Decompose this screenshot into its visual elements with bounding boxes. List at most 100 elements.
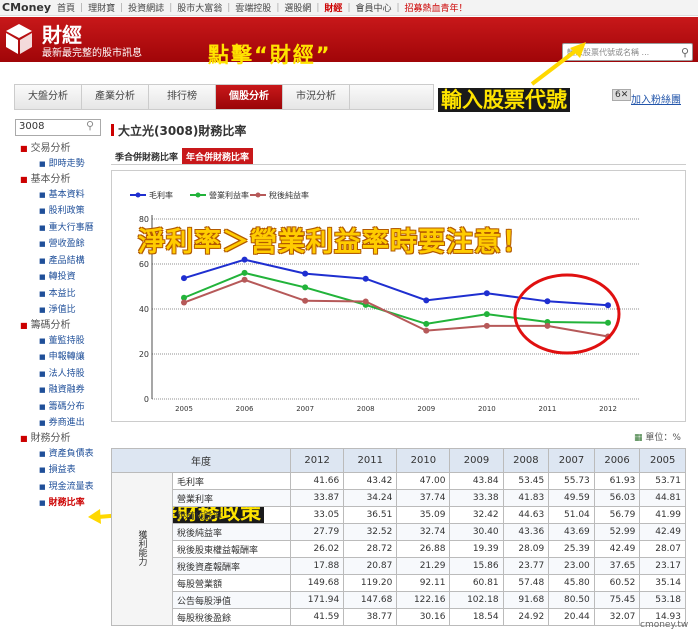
sidebar-item[interactable]: ■ 轉投資 xyxy=(20,269,120,286)
table-cell: 60.81 xyxy=(449,574,504,592)
promo-link[interactable]: 招募熱血青年！ xyxy=(405,1,468,14)
nav-item[interactable]: 首頁 xyxy=(57,1,75,14)
year-column-header: 2007 xyxy=(548,448,595,473)
legend-label: 毛利率 xyxy=(149,190,173,200)
sidebar-item[interactable]: ■ 淨值比 xyxy=(20,302,120,319)
table-cell: 34.24 xyxy=(343,489,398,507)
row-label: 每股營業額 xyxy=(171,574,292,592)
sidebar-item[interactable]: ■ 融資融券 xyxy=(20,382,120,399)
table-cell: 38.77 xyxy=(343,608,398,626)
legend-marker xyxy=(135,192,141,198)
table-cell: 33.87 xyxy=(290,489,345,507)
close-icon[interactable]: 6✕ xyxy=(612,89,632,101)
table-cell: 52.99 xyxy=(593,523,641,541)
sidebar-group[interactable]: ■ 基本分析 xyxy=(20,173,120,187)
table-cell: 33.05 xyxy=(290,506,345,524)
row-label: 稅後股東權益報酬率 xyxy=(171,540,292,558)
sidebar-item[interactable]: ■ 股利政策 xyxy=(20,203,120,220)
table-cell: 41.66 xyxy=(290,472,345,490)
y-tick-label: 60 xyxy=(139,260,149,269)
table-cell: 36.51 xyxy=(343,506,398,524)
table-cell: 55.73 xyxy=(548,472,595,490)
table-cell: 119.20 xyxy=(343,574,398,592)
sidebar-item[interactable]: ■ 本益比 xyxy=(20,286,120,303)
annotation-stock-code: 輸入股票代號 xyxy=(438,84,570,114)
add-fan-page-link[interactable]: 加入粉絲團 xyxy=(631,91,681,106)
table-cell: 47.00 xyxy=(396,472,451,490)
table-cell: 37.65 xyxy=(593,557,641,575)
sidebar-item[interactable]: ■ 資產負債表 xyxy=(20,446,120,463)
x-tick-label: 2012 xyxy=(599,405,617,413)
search-icon[interactable]: ⚲ xyxy=(86,119,94,132)
nav-item[interactable]: 股市大富翁 xyxy=(177,1,222,14)
sidebar-item[interactable]: ■ 法人持股 xyxy=(20,366,120,383)
tab-quarterly[interactable]: 季合併財務比率 xyxy=(111,148,182,165)
nav-item[interactable]: 雲端控股 xyxy=(235,1,271,14)
tab-stock[interactable]: 個股分析 xyxy=(216,85,283,109)
table-cell: 41.99 xyxy=(639,506,686,524)
row-label: 稅後資產報酬率 xyxy=(171,557,292,575)
year-column-header: 2008 xyxy=(502,448,550,473)
table-cell: 91.68 xyxy=(502,591,550,609)
sidebar-group[interactable]: ■ 籌碼分析 xyxy=(20,319,120,333)
tab-ranking[interactable]: 排行榜 xyxy=(149,85,216,109)
sidebar-item[interactable]: ■ 基本資料 xyxy=(20,187,120,204)
y-tick-label: 20 xyxy=(139,350,149,359)
data-point xyxy=(181,275,187,282)
table-cell: 42.49 xyxy=(593,540,641,558)
nav-item[interactable]: 選股網 xyxy=(284,1,311,14)
year-column-header: 2012 xyxy=(290,448,345,473)
year-column-header: 2005 xyxy=(639,448,686,473)
sidebar-group[interactable]: ■ 交易分析 xyxy=(20,142,120,156)
search-icon[interactable]: ⚲ xyxy=(681,46,689,59)
table-cell: 26.88 xyxy=(396,540,451,558)
table-cell: 23.17 xyxy=(639,557,686,575)
legend-marker xyxy=(195,192,201,198)
table-cell: 23.00 xyxy=(548,557,595,575)
sidebar-item[interactable]: ■ 損益表 xyxy=(20,462,120,479)
tab-industry[interactable]: 產業分析 xyxy=(82,85,149,109)
table-row: 營業利率 33.87 34.24 37.74 33.38 41.83 49.59 56.03 4… xyxy=(112,489,686,507)
row-label: 稅前純益率 xyxy=(171,506,292,524)
table-cell: 43.42 xyxy=(343,472,398,490)
sidebar-item[interactable]: ■ 產品結構 xyxy=(20,253,120,270)
legend-label: 營業利益率 xyxy=(209,190,249,200)
table-cell: 28.07 xyxy=(639,540,686,558)
nav-item[interactable]: 會員中心 xyxy=(355,1,391,14)
table-cell: 43.84 xyxy=(449,472,504,490)
sidebar-item[interactable]: ■ 券商進出 xyxy=(20,415,120,432)
x-tick-label: 2010 xyxy=(478,405,496,413)
table-cell: 149.68 xyxy=(290,574,345,592)
year-column-header: 2011 xyxy=(343,448,398,473)
x-tick-label: 2008 xyxy=(357,405,375,413)
table-cell: 57.48 xyxy=(502,574,550,592)
table-cell: 44.63 xyxy=(502,506,550,524)
table-cell: 49.59 xyxy=(548,489,595,507)
tab-conditions[interactable]: 市況分析 xyxy=(283,85,350,109)
sidebar-item[interactable]: ■ 申報轉讓 xyxy=(20,349,120,366)
sidebar-item[interactable]: ■ 營收盈餘 xyxy=(20,236,120,253)
sidebar-item[interactable]: ■ 現金流量表 xyxy=(20,479,120,496)
sidebar-item[interactable]: ■ 董監持股 xyxy=(20,333,120,350)
nav-item[interactable]: 投資網誌 xyxy=(128,1,164,14)
table-cell: 56.03 xyxy=(593,489,641,507)
sidebar-group[interactable]: ■ 財務分析 xyxy=(20,432,120,446)
table-cell: 28.09 xyxy=(502,540,550,558)
brand-logo[interactable]: CMoney xyxy=(2,1,51,14)
subtabs: 季合併財務比率 年合併財務比率 xyxy=(111,148,254,165)
x-tick-label: 2006 xyxy=(236,405,254,413)
table-cell: 41.83 xyxy=(502,489,550,507)
sidebar-item[interactable]: ■ 籌碼分布 xyxy=(20,399,120,416)
tab-market[interactable]: 大盤分析 xyxy=(15,85,82,109)
sidebar-item[interactable]: ■ 即時走勢 xyxy=(20,156,120,173)
nav-item-finance[interactable]: 財經 xyxy=(324,1,342,14)
table-cell: 15.86 xyxy=(449,557,504,575)
table-cell: 51.04 xyxy=(548,506,595,524)
table-row: 稅後資產報酬率 17.88 20.87 21.29 15.86 23.77 23.00 37.… xyxy=(112,557,686,575)
sidebar-item[interactable]: ■ 重大行事曆 xyxy=(20,220,120,237)
sidebar-menu: ■ 交易分析 ■ 即時走勢 ■ 基本分析 ■ 基本資料 ■ 股利政策 ■ 重大行事曆 ■ 營收盈餘 ■ 產品結… xyxy=(20,142,120,512)
tab-annual[interactable]: 年合併財務比率 xyxy=(182,148,254,165)
data-point xyxy=(302,297,309,304)
nav-item[interactable]: 理財寶 xyxy=(88,1,115,14)
table-row: 稅前純益率 33.05 36.51 35.09 32.42 44.63 51.04 56.79… xyxy=(112,506,686,524)
